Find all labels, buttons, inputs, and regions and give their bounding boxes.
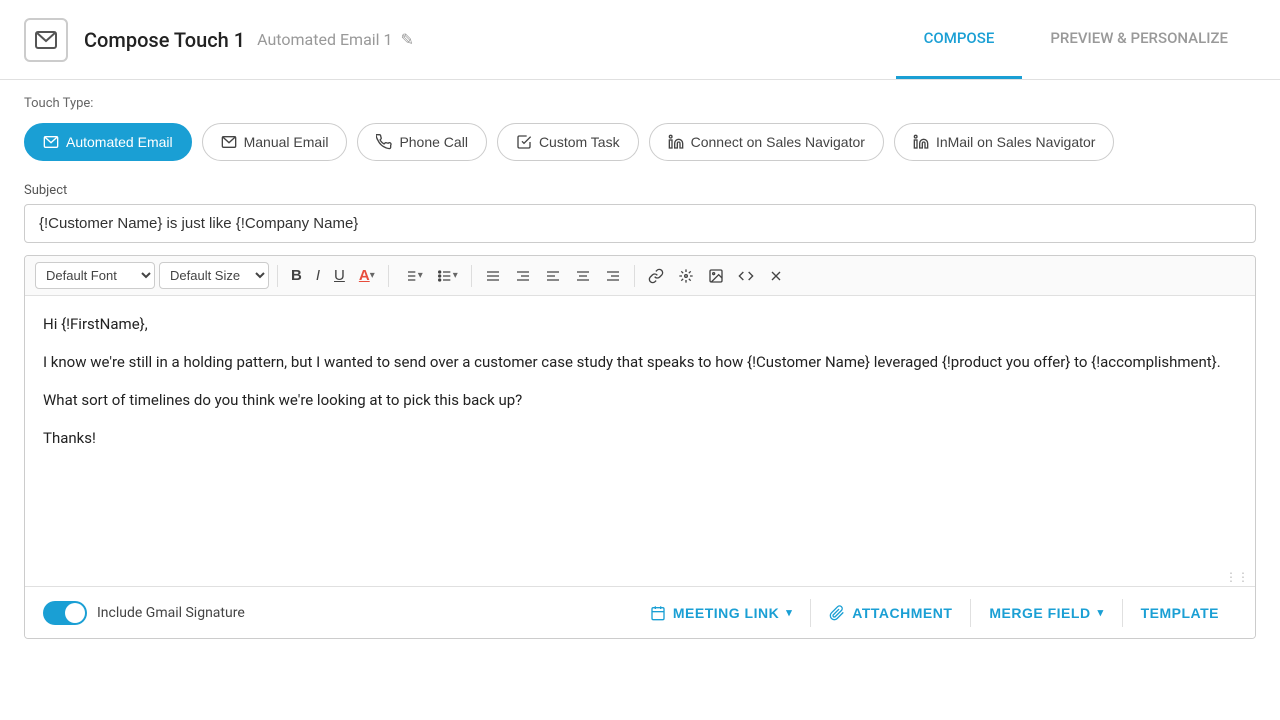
touch-btn-inmail-sales-navigator[interactable]: InMail on Sales Navigator [894, 123, 1115, 161]
editor-toolbar: Default Font Default Size B I U A ▾ ▾ ▾ [25, 256, 1255, 296]
email-body[interactable]: Hi {!FirstName}, I know we're still in a… [25, 296, 1255, 586]
italic-button[interactable]: I [311, 263, 325, 288]
subject-input[interactable] [24, 204, 1256, 243]
merge-field-button[interactable]: MERGE FIELD ▾ [971, 595, 1121, 631]
toolbar-separator-1 [277, 265, 278, 287]
footer-left: Include Gmail Signature [43, 601, 632, 625]
gmail-signature-toggle[interactable] [43, 601, 87, 625]
page-title: Compose Touch 1 [84, 28, 245, 52]
header: Compose Touch 1 Automated Email 1 ✎ COMP… [0, 0, 1280, 80]
subtitle: Automated Email 1 [257, 30, 392, 49]
ordered-list-button[interactable]: ▾ [397, 264, 428, 288]
touch-btn-custom-task[interactable]: Custom Task [497, 123, 639, 161]
attachment-button[interactable]: ATTACHMENT [811, 595, 970, 631]
touch-btn-automated-email[interactable]: Automated Email [24, 123, 192, 161]
template-button[interactable]: TEMPLATE [1123, 595, 1237, 631]
edit-icon[interactable]: ✎ [401, 30, 414, 49]
code-button[interactable] [733, 264, 759, 288]
toolbar-separator-4 [634, 265, 635, 287]
touch-type-label: Touch Type: [24, 96, 1256, 111]
editor-footer: Include Gmail Signature MEETING LINK ▾ A… [25, 586, 1255, 638]
font-select[interactable]: Default Font [35, 262, 155, 289]
toggle-thumb [65, 603, 85, 623]
align-left-button[interactable] [540, 264, 566, 288]
subject-label: Subject [24, 183, 1256, 198]
meeting-link-button[interactable]: MEETING LINK ▾ [632, 595, 810, 631]
size-select[interactable]: Default Size [159, 262, 269, 289]
special-link-button[interactable] [673, 264, 699, 288]
underline-button[interactable]: U [329, 263, 350, 288]
header-tabs: COMPOSE PREVIEW & PERSONALIZE [896, 0, 1256, 79]
editor-wrapper: Default Font Default Size B I U A ▾ ▾ ▾ [24, 255, 1256, 639]
footer-right: MEETING LINK ▾ ATTACHMENT MERGE FIELD ▾ … [632, 595, 1237, 631]
align-center-button[interactable] [570, 264, 596, 288]
bold-button[interactable]: B [286, 263, 307, 288]
editor-section: Default Font Default Size B I U A ▾ ▾ ▾ [0, 243, 1280, 639]
tab-compose[interactable]: COMPOSE [896, 0, 1023, 79]
font-color-button[interactable]: A ▾ [354, 263, 380, 288]
indent-decrease-button[interactable] [480, 264, 506, 288]
touch-type-options: Automated Email Manual Email Phone Call … [24, 123, 1256, 161]
toolbar-separator-3 [471, 265, 472, 287]
clear-format-button[interactable] [763, 264, 789, 288]
touch-btn-manual-email[interactable]: Manual Email [202, 123, 348, 161]
align-right-button[interactable] [600, 264, 626, 288]
resize-handle[interactable]: ⋮⋮ [1225, 570, 1249, 584]
toggle-track[interactable] [43, 601, 87, 625]
subject-section: Subject [0, 173, 1280, 243]
gmail-signature-label: Include Gmail Signature [97, 605, 245, 621]
indent-increase-button[interactable] [510, 264, 536, 288]
compose-icon [24, 18, 68, 62]
link-button[interactable] [643, 264, 669, 288]
unordered-list-button[interactable]: ▾ [432, 264, 463, 288]
image-button[interactable] [703, 264, 729, 288]
tab-preview[interactable]: PREVIEW & PERSONALIZE [1022, 0, 1256, 79]
touch-btn-connect-sales-navigator[interactable]: Connect on Sales Navigator [649, 123, 884, 161]
touch-btn-phone-call[interactable]: Phone Call [357, 123, 487, 161]
touch-type-section: Touch Type: Automated Email Manual Email… [0, 80, 1280, 173]
toolbar-separator-2 [388, 265, 389, 287]
